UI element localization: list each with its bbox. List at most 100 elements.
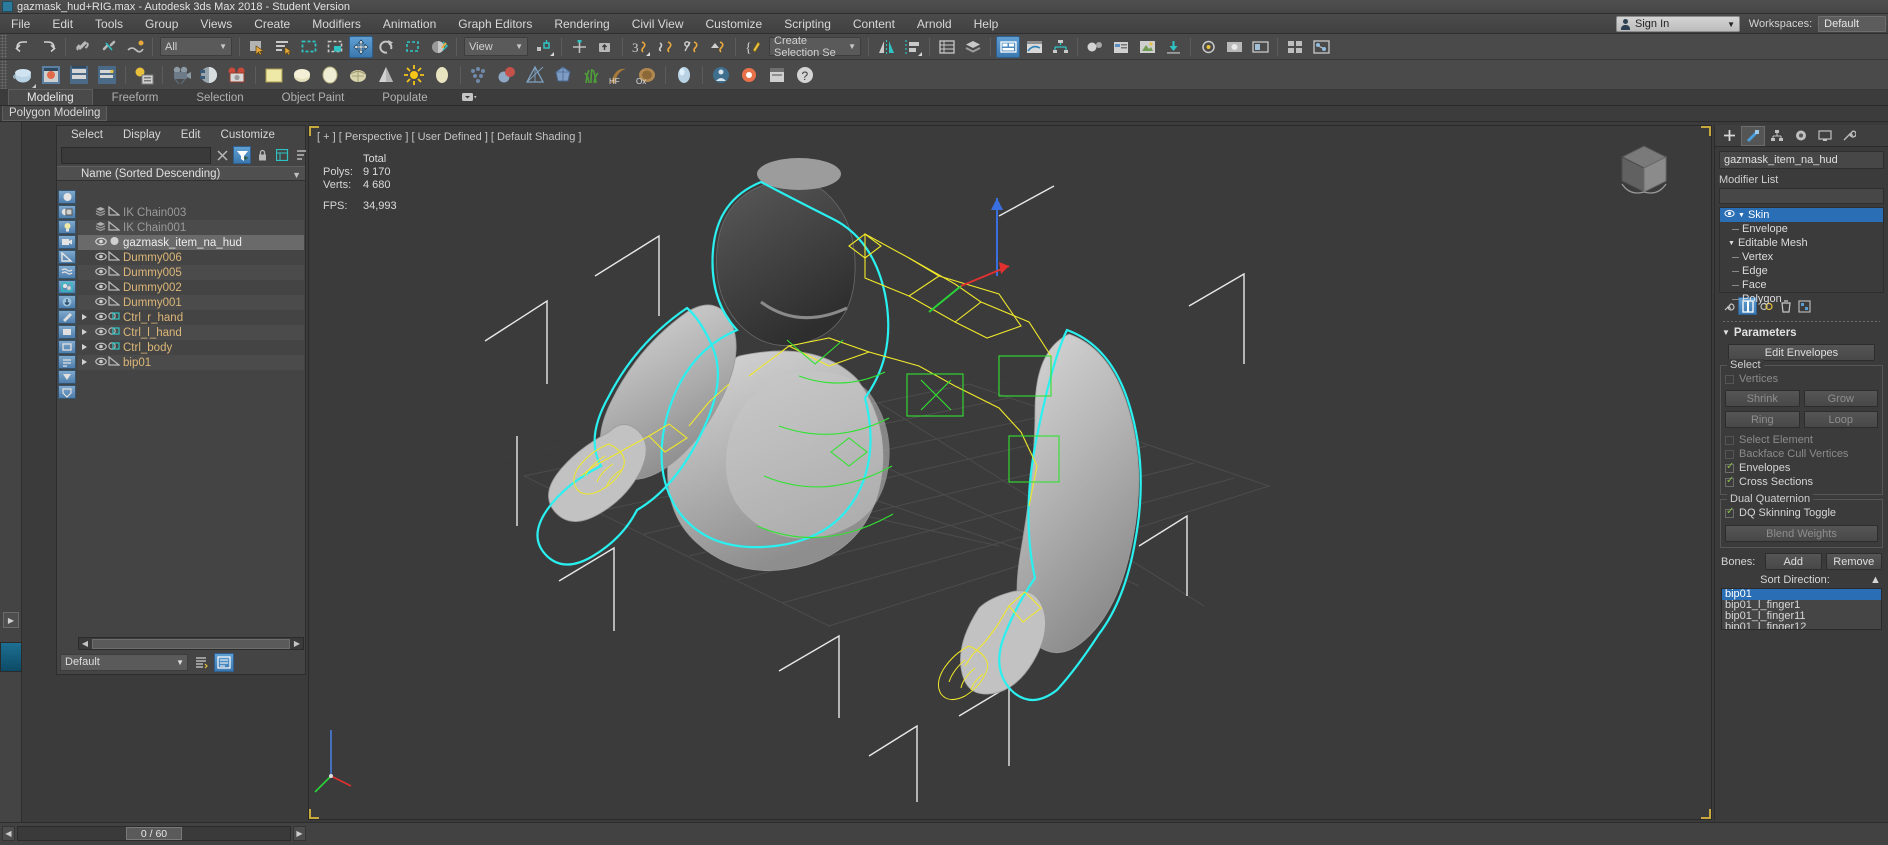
workspaces-select[interactable]: Default bbox=[1818, 16, 1886, 32]
render-iterative-icon[interactable] bbox=[1196, 36, 1220, 58]
lock-icon[interactable] bbox=[253, 146, 271, 164]
ribbon-tab-populate[interactable]: Populate bbox=[363, 89, 446, 105]
layers-icon[interactable] bbox=[94, 206, 107, 219]
render-frame-icon[interactable] bbox=[224, 62, 250, 88]
add-bone-button[interactable]: Add bbox=[1765, 553, 1822, 570]
collapse-arrow-icon[interactable]: ▼ bbox=[1728, 240, 1735, 247]
table-row[interactable]: gazmask_item_na_hud bbox=[78, 235, 304, 250]
eye-icon[interactable] bbox=[94, 357, 107, 369]
filter-icon[interactable] bbox=[233, 146, 251, 164]
select-and-place-icon[interactable] bbox=[427, 36, 451, 58]
shrink-button[interactable]: Shrink bbox=[1725, 390, 1800, 407]
eye-icon[interactable] bbox=[94, 312, 107, 324]
rectangular-region-icon[interactable] bbox=[297, 36, 321, 58]
use-pivot-center-icon[interactable] bbox=[532, 36, 556, 58]
sphere-light-icon[interactable] bbox=[671, 62, 697, 88]
menu-scripting[interactable]: Scripting bbox=[773, 14, 842, 34]
sign-in-button[interactable]: Sign In ▼ bbox=[1616, 16, 1740, 32]
lightbulb-icon[interactable] bbox=[1724, 209, 1735, 222]
filter-frozen-icon[interactable] bbox=[58, 385, 76, 399]
menu-help[interactable]: Help bbox=[963, 14, 1010, 34]
snaps-toggle-icon[interactable]: 3 bbox=[628, 36, 652, 58]
expand-arrow-icon[interactable] bbox=[82, 329, 87, 335]
bind-to-space-warp-icon[interactable] bbox=[123, 36, 147, 58]
stack-item-skin[interactable]: ▼ Skin bbox=[1720, 208, 1883, 222]
table-row[interactable]: IK Chain003 bbox=[78, 205, 304, 220]
material-asset-icon[interactable] bbox=[764, 62, 790, 88]
columns-icon[interactable] bbox=[273, 146, 291, 164]
utilities-tab-icon[interactable] bbox=[1837, 126, 1861, 146]
expand-arrow-icon[interactable] bbox=[82, 314, 87, 320]
time-slider[interactable]: 0 / 60 bbox=[126, 827, 182, 840]
sphere-icon[interactable] bbox=[289, 62, 315, 88]
blend-weights-button[interactable]: Blend Weights bbox=[1725, 525, 1878, 542]
populate-big-icon[interactable] bbox=[708, 62, 734, 88]
target-light-icon[interactable] bbox=[429, 62, 455, 88]
curve-editor-icon[interactable] bbox=[1022, 36, 1046, 58]
content-browser-icon[interactable] bbox=[1283, 36, 1307, 58]
menu-graph-editors[interactable]: Graph Editors bbox=[447, 14, 543, 34]
filter-all-icon[interactable] bbox=[58, 190, 76, 204]
select-and-manipulate-icon[interactable] bbox=[567, 36, 591, 58]
eye-icon[interactable] bbox=[94, 252, 107, 264]
sort-direction-spinner[interactable]: ▲ bbox=[1869, 574, 1882, 586]
layer-properties-icon[interactable] bbox=[191, 653, 211, 672]
filter-freeze-icon[interactable] bbox=[58, 310, 76, 324]
select-by-name-icon[interactable] bbox=[271, 36, 295, 58]
omni-light-icon[interactable] bbox=[401, 62, 427, 88]
redo-icon[interactable] bbox=[36, 36, 60, 58]
stack-subitem-vertex[interactable]: Vertex bbox=[1720, 250, 1883, 264]
next-frame-button[interactable]: ▶ bbox=[293, 826, 306, 841]
table-row[interactable]: Dummy002 bbox=[78, 280, 304, 295]
open-asset-tracking-icon[interactable] bbox=[1248, 36, 1272, 58]
expand-arrow-icon[interactable] bbox=[82, 344, 87, 350]
cone-icon[interactable] bbox=[373, 62, 399, 88]
expand-strip-button[interactable]: ▶ bbox=[3, 612, 19, 628]
layers-icon[interactable] bbox=[94, 221, 107, 234]
mesh-helper-icon[interactable] bbox=[550, 62, 576, 88]
toggle-ribbon-icon[interactable] bbox=[996, 36, 1020, 58]
menu-content[interactable]: Content bbox=[842, 14, 906, 34]
menu-file[interactable]: File bbox=[0, 14, 41, 34]
ribbon-tab-modeling[interactable]: Modeling bbox=[8, 89, 93, 105]
explorer-menu-edit[interactable]: Edit bbox=[181, 129, 201, 141]
cross-sections-checkbox[interactable]: Cross Sections bbox=[1725, 475, 1878, 489]
align-icon[interactable] bbox=[900, 36, 924, 58]
filter-bones-icon[interactable] bbox=[58, 280, 76, 294]
space-warp-icon[interactable] bbox=[522, 62, 548, 88]
create-tab-icon[interactable] bbox=[1717, 126, 1741, 146]
foliage-icon[interactable] bbox=[578, 62, 604, 88]
table-row[interactable]: Ctrl_r_hand bbox=[78, 310, 304, 325]
filter-cameras-icon[interactable] bbox=[58, 235, 76, 249]
color-swatch[interactable] bbox=[0, 642, 22, 672]
expand-arrow-icon[interactable] bbox=[82, 359, 87, 365]
explorer-menu-customize[interactable]: Customize bbox=[221, 129, 275, 141]
filter-hide-icon[interactable] bbox=[58, 325, 76, 339]
render-setup-big-icon[interactable] bbox=[131, 62, 157, 88]
compound-objects-icon[interactable] bbox=[494, 62, 520, 88]
menu-animation[interactable]: Animation bbox=[372, 14, 447, 34]
selection-filter-combo[interactable]: All ▼ bbox=[160, 37, 232, 56]
table-row[interactable]: IK Chain001 bbox=[78, 220, 304, 235]
render-setup-icon[interactable] bbox=[1109, 36, 1133, 58]
filter-lights-icon[interactable] bbox=[58, 220, 76, 234]
menu-modifiers[interactable]: Modifiers bbox=[301, 14, 372, 34]
bone-list[interactable]: bip01 bip01_l_finger1 bip01_l_finger11 b… bbox=[1721, 588, 1882, 630]
table-row[interactable]: Ctrl_body bbox=[78, 340, 304, 355]
keyboard-shortcut-override-icon[interactable] bbox=[593, 36, 617, 58]
layer-select[interactable]: Default ▼ bbox=[60, 654, 188, 671]
remove-bone-button[interactable]: Remove bbox=[1826, 553, 1883, 570]
material-editor-icon[interactable] bbox=[1083, 36, 1107, 58]
select-element-checkbox[interactable]: Select Element bbox=[1725, 433, 1878, 447]
box-icon[interactable] bbox=[261, 62, 287, 88]
spinner-snap-icon[interactable] bbox=[706, 36, 730, 58]
filter-space-warps-icon[interactable] bbox=[58, 265, 76, 279]
parameters-rollout-header[interactable]: ▼ Parameters bbox=[1718, 325, 1885, 340]
edit-named-selection-icon[interactable]: { bbox=[741, 36, 765, 58]
percent-snap-icon[interactable] bbox=[680, 36, 704, 58]
render-scene-icon[interactable] bbox=[736, 62, 762, 88]
table-row[interactable]: Dummy006 bbox=[78, 250, 304, 265]
backface-cull-checkbox[interactable]: Backface Cull Vertices bbox=[1725, 447, 1878, 461]
object-name-field[interactable]: gazmask_item_na_hud bbox=[1719, 151, 1884, 169]
object-paint-icon[interactable]: Ox bbox=[634, 62, 660, 88]
